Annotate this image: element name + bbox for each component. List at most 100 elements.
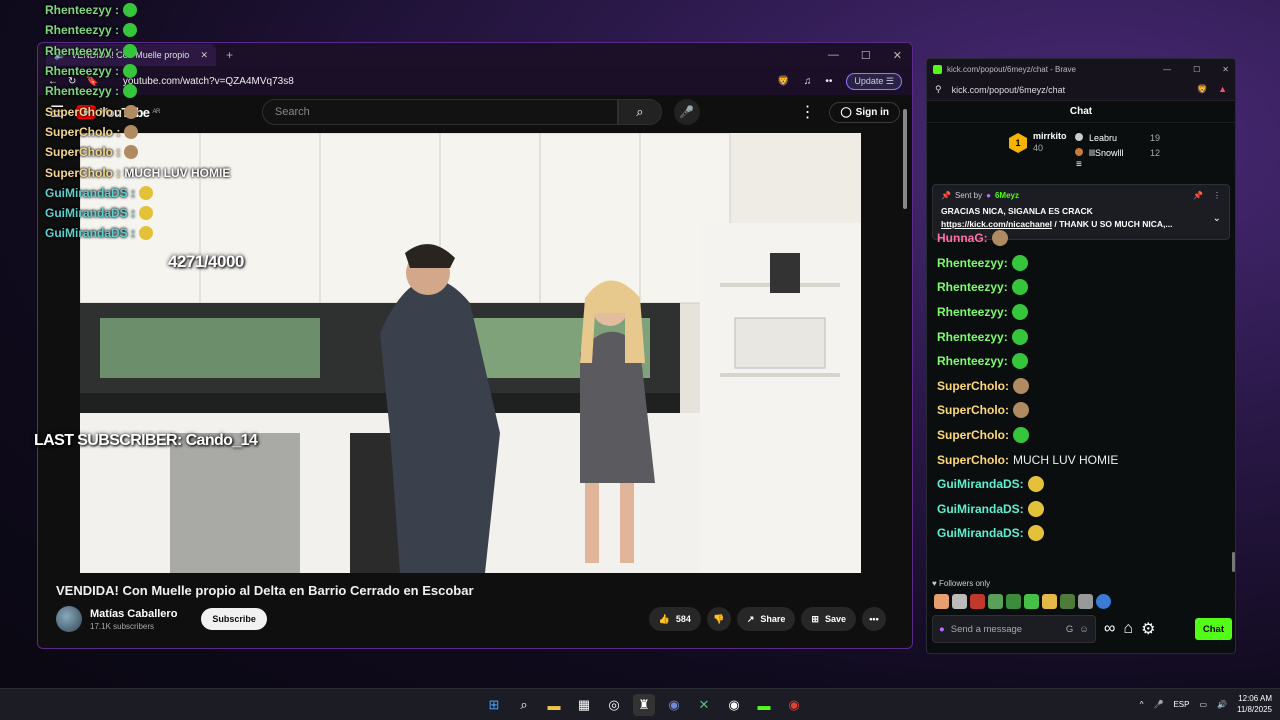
extensions-icon[interactable]: •• — [825, 76, 832, 87]
kick-taskbar-icon[interactable]: ▬ — [753, 694, 775, 716]
media-icon[interactable]: ♫ — [804, 76, 812, 87]
chat-message[interactable]: Rhenteezyy: — [937, 251, 1227, 276]
more-options-icon[interactable]: ⋮ — [799, 102, 815, 122]
minimize-button[interactable]: — — [828, 49, 839, 62]
chat-username[interactable]: SuperCholo: — [937, 403, 1009, 417]
emote-4[interactable] — [988, 594, 1003, 609]
taskbar-search-icon[interactable]: ⌕ — [513, 694, 535, 716]
channel-name[interactable]: Matías Caballero — [90, 608, 177, 620]
chat-message[interactable]: GuiMirandaDS: — [937, 497, 1227, 522]
chat-message[interactable]: Rhenteezyy: — [937, 300, 1227, 325]
chat-message[interactable]: SuperCholo: — [937, 423, 1227, 448]
chat-username[interactable]: GuiMirandaDS: — [937, 502, 1024, 516]
microphone-icon[interactable]: 🎤 — [673, 99, 700, 125]
dislike-button[interactable]: 👎 — [706, 607, 731, 631]
chat-username[interactable]: Rhenteezyy: — [937, 354, 1008, 368]
expand-chevron-icon[interactable]: ⌄ — [1213, 213, 1221, 224]
chat-message[interactable]: GuiMirandaDS: — [937, 521, 1227, 546]
close-window-button[interactable]: ✕ — [893, 49, 902, 62]
site-info-icon[interactable]: ⚲ — [935, 84, 942, 95]
leaderboard-third[interactable]: lllSnowlll 12 — [1075, 148, 1160, 158]
app-6-icon[interactable]: ♜ — [633, 694, 655, 716]
subscribe-button[interactable]: Subscribe — [201, 608, 267, 630]
chat-message[interactable]: Rhenteezyy: — [937, 324, 1227, 349]
search-input[interactable]: Search — [261, 99, 618, 125]
send-chat-button[interactable]: Chat — [1194, 618, 1232, 640]
update-button[interactable]: Update ☰ — [846, 72, 902, 90]
app-5-icon[interactable]: ◎ — [603, 694, 625, 716]
emote-9[interactable] — [1078, 594, 1093, 609]
tray-chevron-icon[interactable]: ^ — [1140, 700, 1144, 709]
chat-username[interactable]: Rhenteezyy: — [937, 280, 1008, 294]
chat-message[interactable]: SuperCholo: — [937, 374, 1227, 399]
xbox-icon[interactable]: ✕ — [693, 694, 715, 716]
unpin-icon[interactable]: 📌 — [1193, 191, 1203, 200]
obs-icon[interactable]: ◉ — [723, 694, 745, 716]
kick-brave-shield-icon[interactable]: 🦁 — [1197, 84, 1208, 95]
emote-3[interactable] — [970, 594, 985, 609]
maximize-button[interactable]: ☐ — [861, 49, 871, 62]
chat-username[interactable]: SuperCholo: — [937, 453, 1009, 467]
network-icon[interactable]: ▭ — [1199, 700, 1207, 709]
kick-close-button[interactable]: ✕ — [1222, 65, 1229, 74]
kick-minimize-button[interactable]: — — [1163, 65, 1171, 74]
heart-emote[interactable] — [1096, 594, 1111, 609]
chat-message[interactable]: GuiMirandaDS: — [937, 472, 1227, 497]
chat-message[interactable]: Rhenteezyy: — [937, 275, 1227, 300]
chat-settings-icon[interactable]: ⚙ — [1141, 619, 1155, 639]
leaderboard-first[interactable]: mirrkito 40 — [1033, 131, 1067, 153]
more-actions-button[interactable]: ••• — [862, 607, 886, 631]
file-explorer-icon[interactable]: ▬ — [543, 694, 565, 716]
channel-avatar[interactable] — [56, 606, 82, 632]
search-icon[interactable]: ⌕ — [617, 99, 662, 125]
chat-username[interactable]: SuperCholo: — [937, 428, 1009, 442]
chat-username[interactable]: GuiMirandaDS: — [937, 526, 1024, 540]
leaderboard-second[interactable]: Leabru 19 — [1075, 133, 1160, 143]
store-app-icon[interactable]: ▦ — [573, 694, 595, 716]
chat-message[interactable]: SuperCholo: — [937, 398, 1227, 423]
like-button[interactable]: 👍 584 — [648, 607, 701, 631]
kick-url-field[interactable]: kick.com/popout/6meyz/chat — [952, 85, 1066, 95]
mic-tray-icon[interactable]: 🎤 — [1153, 700, 1163, 709]
chat-username[interactable]: HunnaG: — [937, 231, 988, 245]
chat-username[interactable]: GuiMirandaDS: — [937, 477, 1024, 491]
text-format-icon[interactable]: G — [1066, 624, 1073, 635]
emote-2[interactable] — [952, 594, 967, 609]
emote-5[interactable] — [1006, 594, 1021, 609]
chat-message[interactable]: SuperCholo: MUCH LUV HOMIE — [937, 447, 1227, 472]
sign-in-button[interactable]: ◯ Sign in — [829, 101, 900, 123]
pinned-more-icon[interactable]: ⋮ — [1213, 191, 1221, 200]
emote-icon — [123, 43, 138, 58]
language-indicator[interactable]: ESP — [1173, 700, 1189, 709]
emoji-icon[interactable]: ☺ — [1079, 624, 1089, 635]
filter-icon[interactable]: ≡ — [1076, 159, 1082, 170]
emote-7[interactable] — [1042, 594, 1057, 609]
chat-message[interactable]: Rhenteezyy: — [937, 349, 1227, 374]
points-icon[interactable]: ∞ — [1104, 620, 1115, 638]
discord-icon[interactable]: ◉ — [663, 694, 685, 716]
share-button[interactable]: ↗ Share — [736, 607, 796, 631]
chat-username[interactable]: Rhenteezyy: — [937, 330, 1008, 344]
emote-1[interactable] — [934, 594, 949, 609]
bronze-rank-icon — [1075, 148, 1083, 156]
clock[interactable]: 12:06 AM 11/8/2025 — [1237, 693, 1272, 715]
chat-username[interactable]: Rhenteezyy: — [937, 256, 1008, 270]
message-input[interactable]: ● Send a message G ☺ — [932, 615, 1096, 643]
save-button[interactable]: ⊞ Save — [801, 607, 856, 631]
chat-username[interactable]: SuperCholo: — [937, 379, 1009, 393]
windows-start-icon[interactable]: ⊞ — [483, 694, 505, 716]
emote-8[interactable] — [1060, 594, 1075, 609]
volume-icon[interactable]: 🔊 — [1217, 700, 1227, 709]
chat-message[interactable]: HunnaG: — [937, 226, 1227, 251]
emote-6[interactable] — [1024, 594, 1039, 609]
kick-maximize-button[interactable]: ☐ — [1193, 65, 1200, 74]
chrome-icon[interactable]: ◉ — [783, 694, 805, 716]
scrollbar-thumb[interactable] — [903, 109, 907, 209]
store-icon[interactable]: ⌂ — [1123, 620, 1133, 638]
brave-shield-icon[interactable]: 🦁 — [777, 76, 789, 87]
page-scrollbar[interactable] — [902, 103, 908, 643]
pinned-sender[interactable]: 6Meyz — [995, 191, 1019, 200]
chat-scrollbar[interactable] — [1232, 552, 1235, 572]
brave-rewards-icon[interactable]: ▲ — [1218, 84, 1227, 95]
chat-username[interactable]: Rhenteezyy: — [937, 305, 1008, 319]
